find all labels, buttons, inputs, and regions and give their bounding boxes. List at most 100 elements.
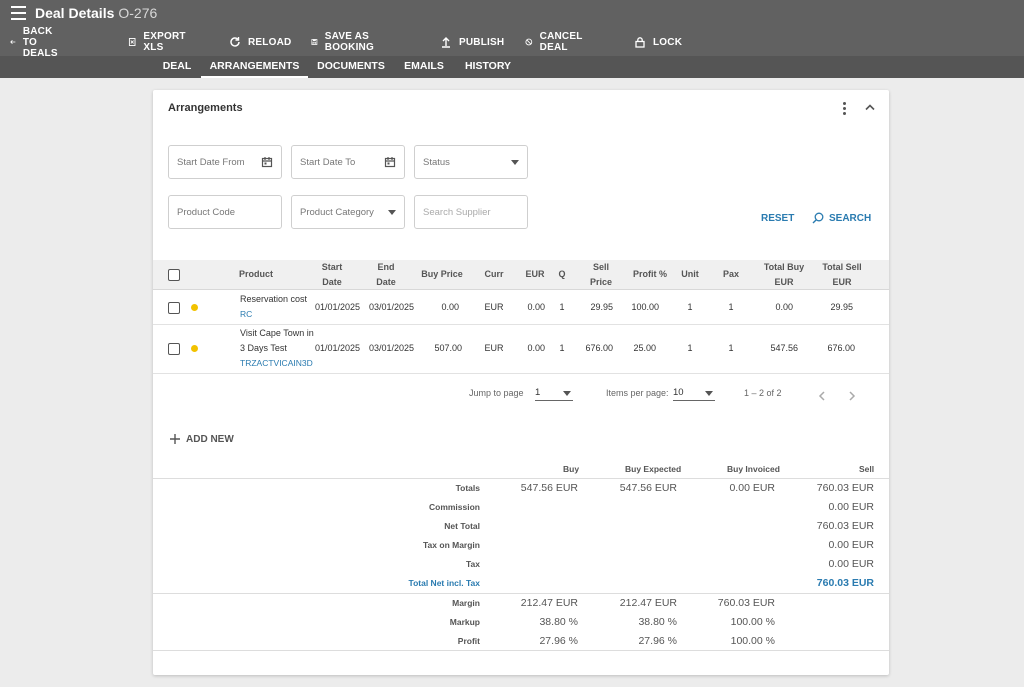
add-new-button[interactable]: ADD NEW [169, 433, 234, 445]
row-checkbox[interactable] [168, 302, 180, 314]
product-category-select[interactable]: Product Category [291, 195, 405, 229]
publish-button[interactable]: PUBLISH [440, 36, 504, 48]
hamburger-menu-icon[interactable] [11, 6, 26, 20]
table-header: Product Start Date End Date Buy Price Curr… [153, 260, 889, 290]
cancel-deal-label: CANCEL DEAL [539, 31, 583, 53]
add-new-label: ADD NEW [186, 433, 234, 445]
product-code-field[interactable]: Product Code [168, 195, 282, 229]
table-row[interactable]: Visit Cape Town in 3 Days Test TRZACTVIC… [153, 325, 889, 374]
summary-row-label: Margin [452, 598, 480, 608]
status-select[interactable]: Status [414, 145, 528, 179]
tab-history[interactable]: HISTORY [459, 56, 517, 78]
col-buy-price[interactable]: Buy Price [419, 267, 465, 282]
reload-button[interactable]: RELOAD [229, 36, 291, 48]
search-supplier-field[interactable]: Search Supplier [414, 195, 528, 229]
export-xls-label: EXPORT XLS [143, 31, 186, 53]
col-start-date[interactable]: Start Date [314, 260, 350, 290]
col-curr[interactable]: Curr [481, 267, 507, 282]
col-pax[interactable]: Pax [718, 267, 744, 282]
col-total-sell-line1: Total Sell [822, 262, 862, 272]
reset-button[interactable]: RESET [761, 213, 794, 224]
lock-label: LOCK [653, 36, 683, 48]
product-code-link[interactable]: RC [240, 307, 252, 322]
summary-row-label: Tax [465, 559, 480, 569]
more-options-icon[interactable] [843, 102, 847, 117]
dropdown-arrow-icon [388, 209, 396, 215]
start-date: 01/01/2025 [315, 302, 361, 312]
start-date-from-placeholder: Start Date From [177, 156, 245, 168]
start-date-from-field[interactable]: Start Date From [168, 145, 282, 179]
tab-emails[interactable]: EMAILS [397, 56, 451, 78]
col-start-date-line2: Date [322, 277, 342, 287]
table-row[interactable]: Reservation cost RC 01/01/2025 03/01/202… [153, 290, 889, 325]
summary-row-label: Totals [455, 483, 480, 493]
back-to-deals-label: BACK TO DEALS [22, 25, 58, 59]
page-title-text: Deal Details [35, 5, 115, 21]
total-sell: 29.95 [830, 302, 853, 312]
unit: 1 [687, 302, 693, 312]
product-code-link[interactable]: TRZACTVICAIN3D [240, 356, 313, 371]
dropdown-arrow-icon [563, 391, 571, 396]
product-code-placeholder: Product Code [177, 206, 236, 218]
save-as-booking-button[interactable]: SAVE AS BOOKING [311, 31, 379, 53]
back-to-deals-button[interactable]: BACK TO DEALS [10, 26, 64, 59]
col-total-sell[interactable]: Total Sell EUR [817, 260, 867, 290]
summary-buy-value: 27.96 % [539, 635, 578, 647]
cancel-deal-button[interactable]: CANCEL DEAL [525, 31, 587, 53]
summary-buy-expected-value: 547.56 EUR [619, 482, 677, 494]
summary-col-buy-expected: Buy Expected [625, 464, 682, 474]
start-date-to-field[interactable]: Start Date To [291, 145, 405, 179]
summary-buy-invoiced-value: 100.00 % [730, 635, 775, 647]
tab-arrangements[interactable]: ARRANGEMENTS [201, 56, 308, 78]
excel-icon [128, 38, 136, 46]
reload-label: RELOAD [248, 36, 292, 48]
col-total-buy-line1: Total Buy [763, 262, 805, 272]
col-q[interactable]: Q [555, 267, 569, 282]
search-supplier-placeholder: Search Supplier [423, 206, 491, 218]
sell-price: 676.00 [585, 343, 613, 353]
unit: 1 [687, 343, 693, 353]
col-total-buy[interactable]: Total Buy EUR [759, 260, 809, 290]
search-button[interactable]: SEARCH [812, 212, 871, 224]
items-per-page-select[interactable]: 10 [673, 387, 715, 401]
export-xls-button[interactable]: EXPORT XLS [128, 31, 189, 53]
tab-documents[interactable]: DOCUMENTS [312, 56, 390, 78]
col-profit[interactable]: Profit % [628, 267, 672, 282]
col-eur[interactable]: EUR [522, 267, 548, 282]
summary-buy-invoiced-value: 100.00 % [730, 616, 775, 628]
product-name: Visit Cape Town in [240, 328, 314, 338]
calendar-icon[interactable] [384, 156, 396, 168]
end-date: 03/01/2025 [369, 302, 415, 312]
select-all-checkbox[interactable] [168, 269, 180, 281]
summary-sell-value: 0.00 EUR [828, 539, 874, 551]
col-end-date-line2: Date [376, 277, 396, 287]
profit-percent: 100.00 [631, 302, 659, 312]
row-checkbox[interactable] [168, 343, 180, 355]
publish-icon [442, 37, 450, 48]
tab-deal[interactable]: DEAL [156, 56, 198, 78]
summary-sell-value: 0.00 EUR [828, 501, 874, 513]
summary-sell-value: 760.03 EUR [816, 577, 874, 589]
arrow-left-icon [10, 40, 16, 44]
prev-page-chevron-left-icon[interactable] [818, 391, 826, 401]
summary-row-label: Commission [428, 502, 480, 512]
col-unit[interactable]: Unit [676, 267, 704, 282]
calendar-icon[interactable] [261, 156, 273, 168]
summary-row-label: Tax on Margin [423, 540, 480, 550]
col-start-date-line1: Start [321, 262, 343, 272]
collapse-chevron-up-icon[interactable] [865, 103, 875, 111]
col-sell-price[interactable]: Sell Price [581, 260, 621, 290]
col-end-date[interactable]: End Date [368, 260, 404, 290]
page-range: 1 – 2 of 2 [744, 388, 782, 398]
search-icon [812, 212, 824, 224]
start-date-to-placeholder: Start Date To [300, 156, 356, 168]
summary-row-label: Net Total [444, 521, 480, 531]
plus-icon [170, 434, 180, 444]
summary-sell-value: 0.00 EUR [828, 558, 874, 570]
next-page-chevron-right-icon[interactable] [848, 391, 856, 401]
status-dot-icon [191, 304, 198, 311]
jump-to-page-select[interactable]: 1 [535, 387, 573, 401]
lock-button[interactable]: LOCK [634, 36, 682, 48]
total-buy: 0.00 [775, 302, 793, 312]
col-product[interactable]: Product [239, 267, 273, 282]
